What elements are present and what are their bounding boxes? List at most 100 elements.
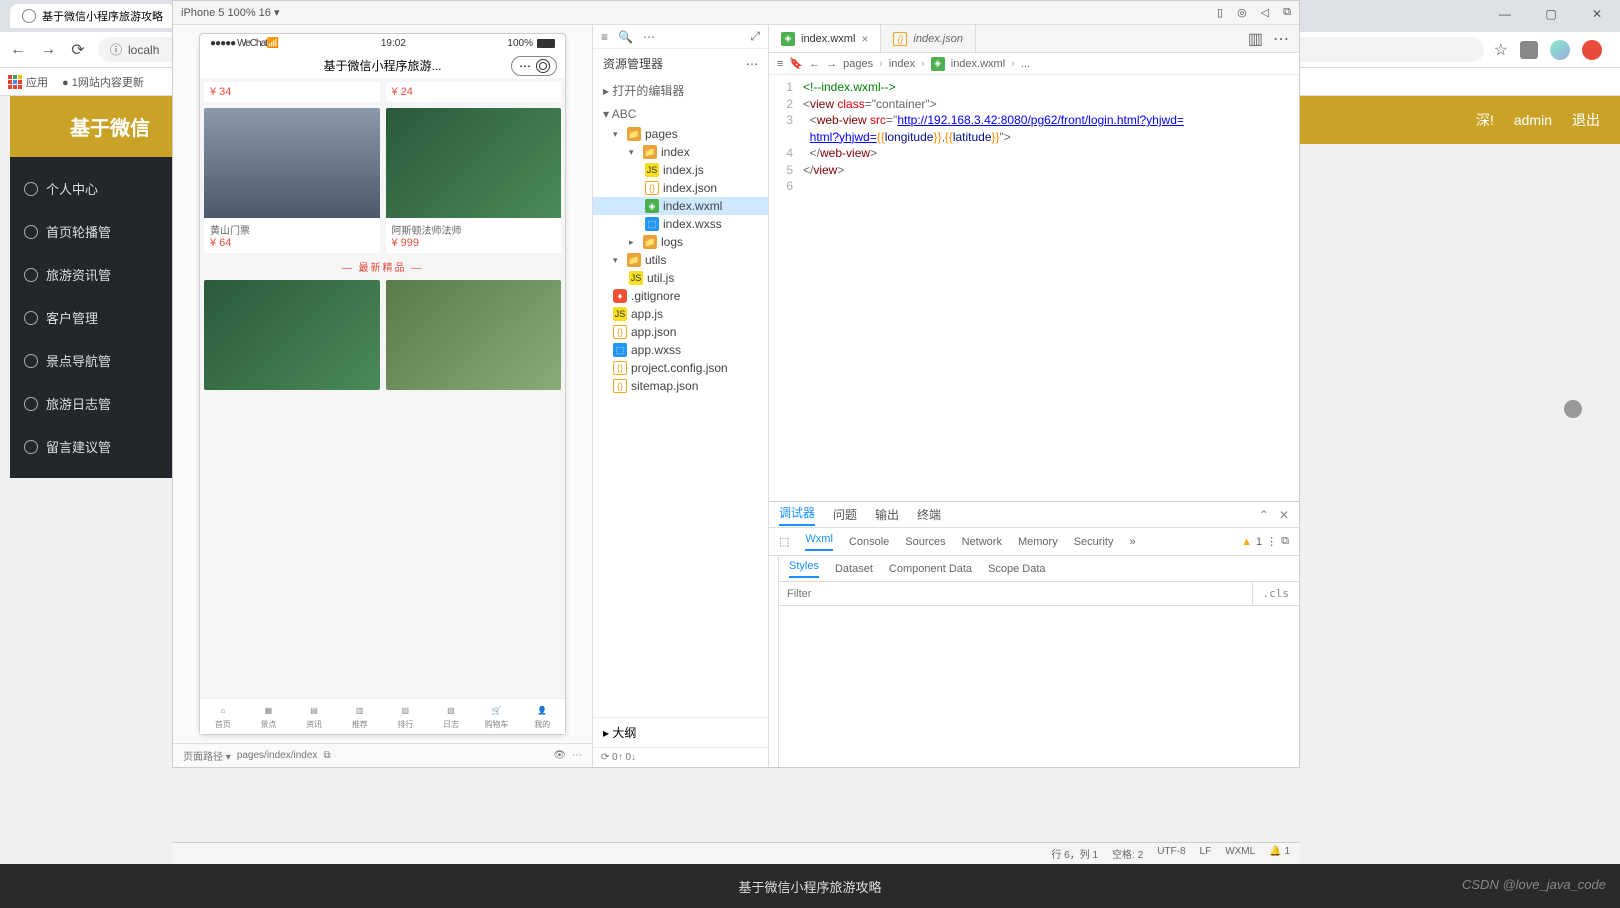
cls-toggle[interactable]: .cls (1252, 582, 1300, 605)
topbar-logout[interactable]: 退出 (1572, 110, 1600, 130)
file-gitignore[interactable]: ♦.gitignore (593, 287, 768, 305)
file-index-wxss[interactable]: ⬚index.wxss (593, 215, 768, 233)
tab-problems[interactable]: 问题 (833, 506, 857, 523)
file-util-js[interactable]: JSutil.js (593, 269, 768, 287)
topbar-admin[interactable]: admin (1514, 112, 1552, 128)
folder-index[interactable]: ▾📁index (593, 143, 768, 161)
product-card[interactable]: ¥ 24 (386, 82, 562, 102)
star-icon[interactable]: ☆ (1494, 40, 1508, 60)
more-icon[interactable]: ⋯ (1273, 29, 1289, 49)
language-mode[interactable]: WXML (1225, 846, 1255, 861)
tool-security[interactable]: Security (1074, 536, 1114, 548)
copy-icon[interactable]: ⧉ (323, 750, 330, 761)
cursor-pos[interactable]: 行 6，列 1 (1051, 846, 1098, 861)
send-icon[interactable]: ◁ (1261, 6, 1269, 19)
reload-button[interactable]: ⟳ (68, 40, 88, 60)
tab-rank[interactable]: ▧排行 (383, 703, 429, 730)
subtab-component[interactable]: Component Data (889, 563, 972, 575)
more-icon[interactable]: ⋯ (572, 750, 582, 761)
mobile-icon[interactable]: ▯ (1217, 6, 1223, 19)
inspect-icon[interactable]: ⬚ (779, 535, 789, 548)
bc-file[interactable]: index.wxml (951, 58, 1005, 70)
copy-icon[interactable]: ⧉ (1283, 6, 1291, 19)
close-icon[interactable]: ✕ (1279, 508, 1289, 522)
more-icon[interactable]: ⋯ (746, 57, 758, 71)
chevron-up-icon[interactable]: ⌃ (1259, 508, 1269, 522)
bookmark-item[interactable]: ● 1网站内容更新 (62, 74, 144, 90)
sim-content[interactable]: ¥ 34 ¥ 24 黄山门票¥ 64 阿斯顿法师法师¥ 999 — 最新精品 — (200, 78, 565, 698)
back-button[interactable]: ← (8, 40, 28, 60)
apps-button[interactable]: 应用 (8, 74, 48, 90)
tool-console[interactable]: Console (849, 536, 889, 548)
file-index-js[interactable]: JSindex.js (593, 161, 768, 179)
more-tools-icon[interactable]: » (1129, 536, 1135, 548)
file-app-json[interactable]: {}app.json (593, 323, 768, 341)
bc-more[interactable]: ... (1021, 58, 1030, 70)
subtab-scope[interactable]: Scope Data (988, 563, 1045, 575)
forward-button[interactable]: → (38, 40, 58, 60)
tool-network[interactable]: Network (962, 536, 1002, 548)
tool-wxml[interactable]: Wxml (805, 533, 833, 551)
tab-recommend[interactable]: ▥推荐 (337, 703, 383, 730)
settings-icon[interactable]: ⋮ (1266, 535, 1277, 548)
code-editor[interactable]: 123456 <!--index.wxml--> <view class="co… (769, 75, 1299, 501)
list-icon[interactable]: ≡ (777, 58, 783, 70)
product-card[interactable]: ¥ 34 (204, 82, 380, 102)
close-icon[interactable]: × (861, 32, 868, 46)
profile-avatar[interactable] (1550, 40, 1570, 60)
folder-logs[interactable]: ▸📁logs (593, 233, 768, 251)
list-icon[interactable]: ≡ (601, 30, 608, 44)
tab-debugger[interactable]: 调试器 (779, 504, 815, 526)
bc-index[interactable]: index (889, 58, 915, 70)
browser-tab[interactable]: 基于微信小程序旅游攻略 (10, 4, 175, 28)
extension-badge[interactable] (1582, 40, 1602, 60)
tab-log[interactable]: ▨日志 (428, 703, 474, 730)
file-app-js[interactable]: JSapp.js (593, 305, 768, 323)
filter-input[interactable] (779, 582, 1252, 605)
split-icon[interactable]: ▥ (1248, 29, 1263, 49)
editor-tab-json[interactable]: {}index.json (881, 25, 976, 52)
forward-icon[interactable]: → (826, 58, 837, 70)
tab-me[interactable]: 👤我的 (519, 703, 565, 730)
record-icon[interactable]: ◎ (1237, 6, 1247, 19)
eye-icon[interactable]: 👁 (553, 750, 566, 761)
tab-cart[interactable]: 🛒购物车 (474, 703, 520, 730)
folder-utils[interactable]: ▾📁utils (593, 251, 768, 269)
maximize-button[interactable]: ▢ (1528, 0, 1574, 28)
warning-icon[interactable]: ▲ (1241, 536, 1252, 548)
product-card[interactable] (386, 280, 562, 390)
close-button[interactable]: ✕ (1574, 0, 1620, 28)
file-projectconfig[interactable]: {}project.config.json (593, 359, 768, 377)
file-index-wxml[interactable]: ◈index.wxml (593, 197, 768, 215)
outline-section[interactable]: ▸ 大纲 (593, 718, 768, 747)
bookmark-icon[interactable]: 🔖 (789, 57, 803, 70)
assistive-touch[interactable] (1564, 400, 1582, 418)
tab-news[interactable]: ▤资讯 (291, 703, 337, 730)
file-index-json[interactable]: {}index.json (593, 179, 768, 197)
project-root[interactable]: ▾ ABC (593, 103, 768, 125)
extensions-icon[interactable] (1520, 41, 1538, 59)
page-path-label[interactable]: 页面路径 ▾ (183, 748, 231, 763)
more-icon[interactable]: ⋯ (643, 30, 655, 44)
capsule-button[interactable]: ⋯ (511, 56, 557, 76)
tool-sources[interactable]: Sources (905, 536, 945, 548)
dock-icon[interactable]: ⧉ (1281, 535, 1289, 548)
eol[interactable]: LF (1200, 846, 1212, 861)
dock-icon[interactable]: ⤢ (750, 29, 760, 44)
encoding[interactable]: UTF-8 (1157, 846, 1185, 861)
minimize-button[interactable]: — (1482, 0, 1528, 28)
tool-memory[interactable]: Memory (1018, 536, 1058, 548)
search-icon[interactable]: 🔍 (618, 30, 633, 44)
open-editors-section[interactable]: ▸ 打开的编辑器 (593, 78, 768, 103)
folder-pages[interactable]: ▾📁pages (593, 125, 768, 143)
subtab-dataset[interactable]: Dataset (835, 563, 873, 575)
close-mp-icon[interactable] (536, 59, 550, 73)
tab-terminal[interactable]: 终端 (917, 506, 941, 523)
bell-icon[interactable]: 🔔 1 (1269, 846, 1290, 861)
editor-tab-wxml[interactable]: ◈index.wxml× (769, 25, 881, 52)
file-sitemap[interactable]: {}sitemap.json (593, 377, 768, 395)
indent-info[interactable]: 空格: 2 (1112, 846, 1143, 861)
back-icon[interactable]: ← (809, 58, 820, 70)
tab-scenic[interactable]: ▦景点 (246, 703, 292, 730)
product-card[interactable] (204, 280, 380, 390)
